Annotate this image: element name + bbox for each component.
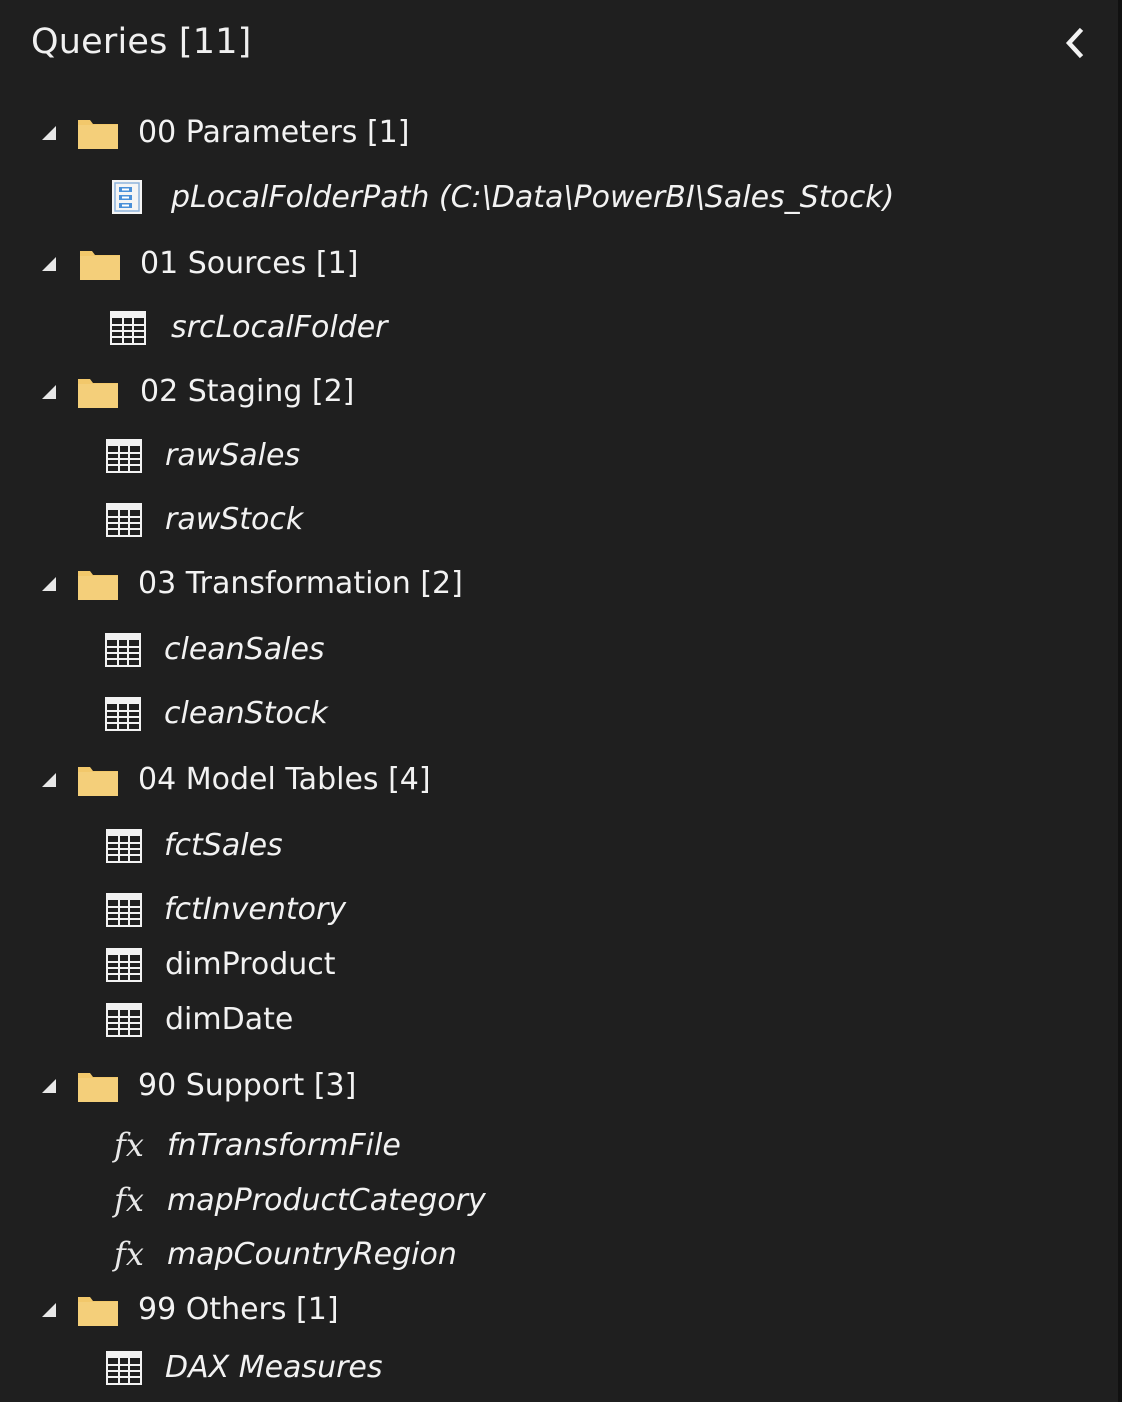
folder-icon [78, 1073, 118, 1102]
group-label: 01 Sources [1] [140, 246, 359, 281]
folder-icon [78, 1297, 118, 1326]
folder-icon [78, 120, 118, 149]
collapse-pane-button[interactable] [1058, 26, 1092, 60]
query-item-label: fctInventory [164, 892, 347, 927]
folder-icon [78, 379, 118, 408]
chevron-left-icon [1065, 27, 1084, 59]
table-icon [105, 633, 141, 667]
table-icon [106, 503, 142, 537]
table-icon [106, 1351, 142, 1385]
table-icon [105, 697, 141, 731]
query-item-label: rawStock [165, 502, 304, 537]
group-label: 02 Staging [2] [140, 374, 355, 409]
query-item-label: cleanSales [164, 632, 325, 667]
query-item-label: DAX Measures [165, 1350, 383, 1385]
group-label: 03 Transformation [2] [138, 566, 463, 601]
group-label: 00 Parameters [1] [138, 115, 410, 150]
query-item-label: fnTransformFile [167, 1128, 401, 1163]
table-icon [106, 439, 142, 473]
folder-icon [78, 767, 118, 796]
query-item-label: dimProduct [165, 947, 336, 982]
parameter-icon [112, 180, 142, 214]
table-icon [106, 948, 142, 982]
queries-pane-title: Queries [11] [31, 22, 252, 62]
group-label: 04 Model Tables [4] [138, 762, 431, 797]
group-label: 99 Others [1] [138, 1292, 339, 1327]
table-icon [106, 1003, 142, 1037]
caret-expanded-icon[interactable] [42, 1079, 56, 1093]
caret-expanded-icon[interactable] [42, 773, 56, 787]
caret-expanded-icon[interactable] [42, 126, 56, 140]
query-item-label: mapCountryRegion [167, 1237, 457, 1272]
caret-expanded-icon[interactable] [42, 1303, 56, 1317]
query-item-label: dimDate [165, 1002, 294, 1037]
query-item-label: cleanStock [164, 696, 328, 731]
table-icon [106, 893, 142, 927]
query-item-label: pLocalFolderPath (C:\Data\PowerBI\Sales_… [171, 180, 895, 215]
folder-icon [80, 251, 120, 280]
caret-expanded-icon[interactable] [42, 385, 56, 399]
folder-icon [78, 571, 118, 600]
queries-pane: Queries [11] 00 Parameters [1] pLocalFol… [0, 0, 1122, 1402]
caret-expanded-icon[interactable] [42, 577, 56, 591]
group-label: 90 Support [3] [138, 1068, 357, 1103]
query-item-label: fctSales [164, 828, 283, 863]
function-icon: fx [114, 1126, 144, 1164]
query-item-label: srcLocalFolder [171, 310, 388, 345]
table-icon [106, 829, 142, 863]
query-item-label: rawSales [165, 438, 301, 473]
query-item-label: mapProductCategory [167, 1183, 486, 1218]
table-icon [110, 311, 146, 345]
function-icon: fx [114, 1235, 144, 1273]
caret-expanded-icon[interactable] [42, 257, 56, 271]
function-icon: fx [114, 1181, 144, 1219]
